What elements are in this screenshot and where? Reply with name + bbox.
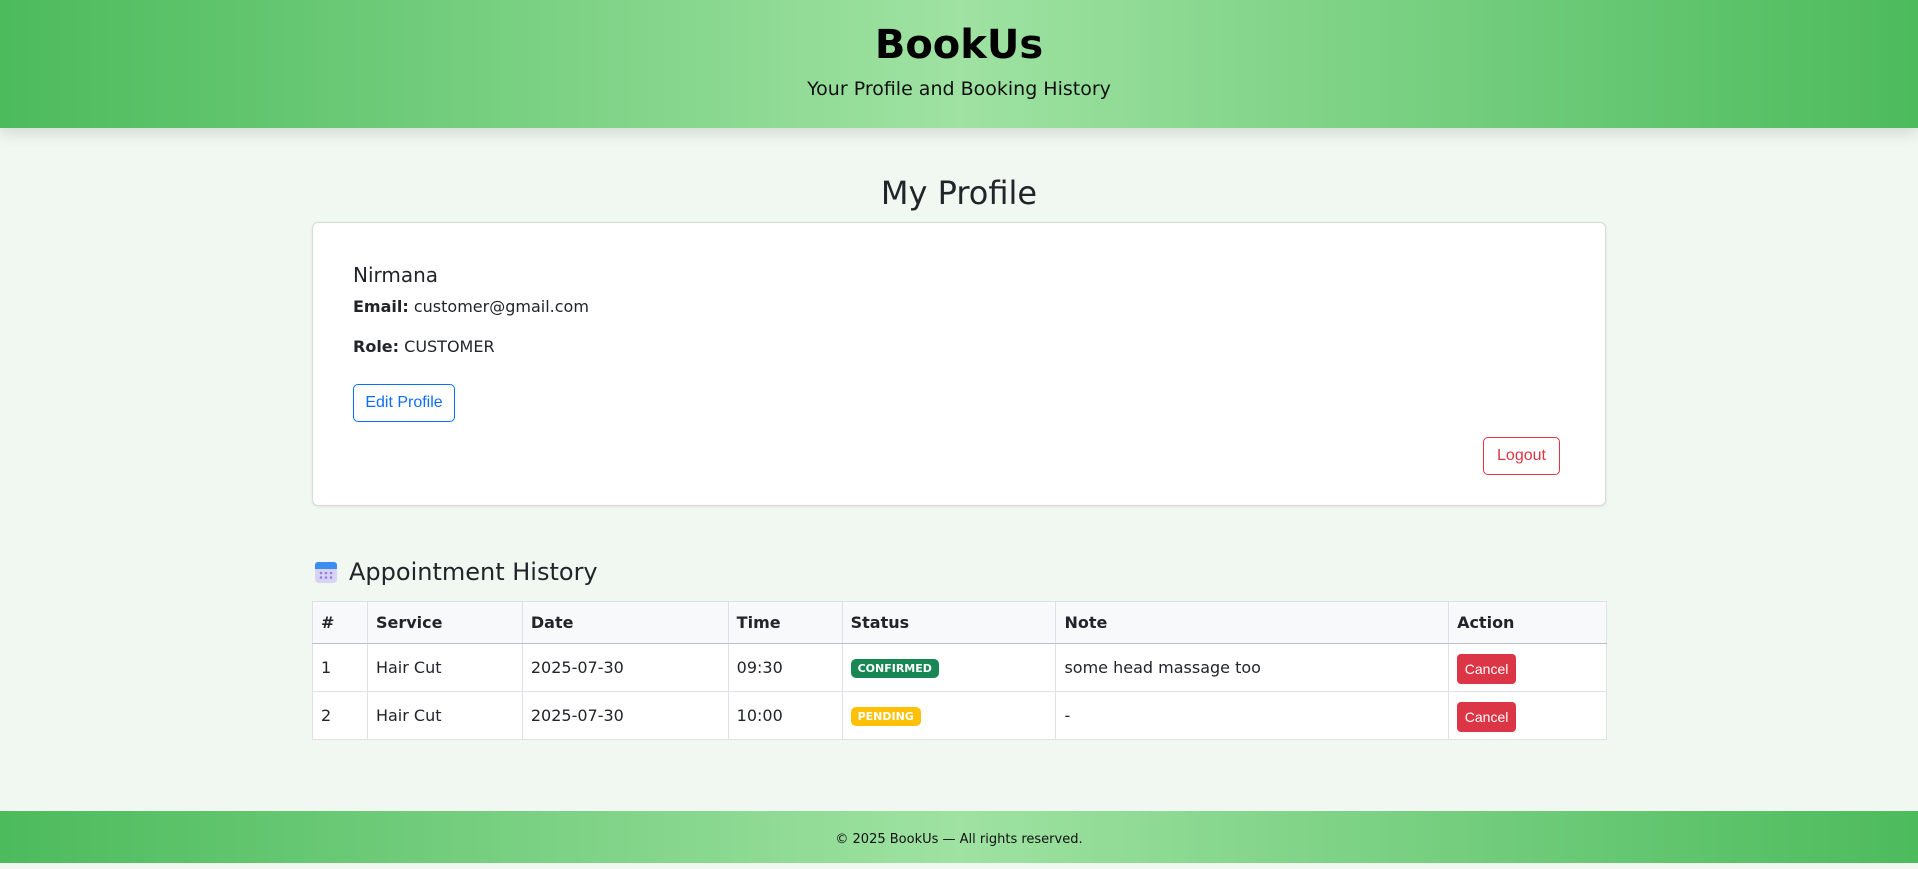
row-date: 2025-07-30 [521,643,729,692]
status-badge: CONFIRMED [850,659,939,678]
appointments-table: # Service Date Time Status Note Action 1… [312,601,1607,740]
row-number: 1 [312,643,368,692]
calendar-icon [315,562,337,583]
appointment-history-heading: Appointment History [314,556,598,588]
role-value: CUSTOMER [404,337,495,356]
footer-text: © 2025 BookUs — All rights reserved. [835,832,1083,847]
cancel-appointment-button[interactable]: Cancel [1457,701,1517,732]
col-date-header: Date [521,601,729,644]
row-note: some head massage too [1055,643,1450,692]
row-time: 10:00 [727,691,843,740]
row-status-cell: CONFIRMED [841,643,1057,692]
page-title: My Profile [880,174,1038,212]
site-footer: © 2025 BookUs — All rights reserved. [0,811,1918,863]
col-time-header: Time [727,601,843,644]
email-value: customer@gmail.com [413,297,589,316]
row-date: 2025-07-30 [521,691,729,740]
profile-card: Nirmana Email: customer@gmail.com Role: … [312,222,1606,506]
row-note: - [1055,691,1450,740]
status-badge: PENDING [850,707,921,726]
profile-email-row: Email: customer@gmail.com [353,297,589,316]
row-action-cell: Cancel [1448,691,1607,740]
table-row: 2 Hair Cut 2025-07-30 10:00 PENDING - Ca… [312,691,1607,740]
profile-role-row: Role: CUSTOMER [353,337,495,356]
cancel-appointment-button[interactable]: Cancel [1457,653,1517,684]
brand-title: BookUs [874,22,1044,68]
row-time: 09:30 [727,643,843,692]
table-header-row: # Service Date Time Status Note Action [312,601,1607,644]
edit-profile-button[interactable]: Edit Profile [353,384,455,422]
site-header: BookUs Your Profile and Booking History [0,0,1918,128]
row-action-cell: Cancel [1448,643,1607,692]
row-service: Hair Cut [366,643,523,692]
role-label: Role: [353,337,400,356]
row-service: Hair Cut [366,691,523,740]
appointment-history-title: Appointment History [349,558,598,586]
email-label: Email: [353,297,409,316]
profile-name: Nirmana [353,263,439,287]
col-number-header: # [312,601,368,644]
col-action-header: Action [1448,601,1607,644]
table-row: 1 Hair Cut 2025-07-30 09:30 CONFIRMED so… [312,643,1607,692]
row-status-cell: PENDING [841,691,1057,740]
col-note-header: Note [1055,601,1450,644]
col-service-header: Service [366,601,523,644]
col-status-header: Status [841,601,1057,644]
brand-tagline: Your Profile and Booking History [807,78,1111,100]
row-number: 2 [312,691,368,740]
logout-button[interactable]: Logout [1483,437,1560,475]
